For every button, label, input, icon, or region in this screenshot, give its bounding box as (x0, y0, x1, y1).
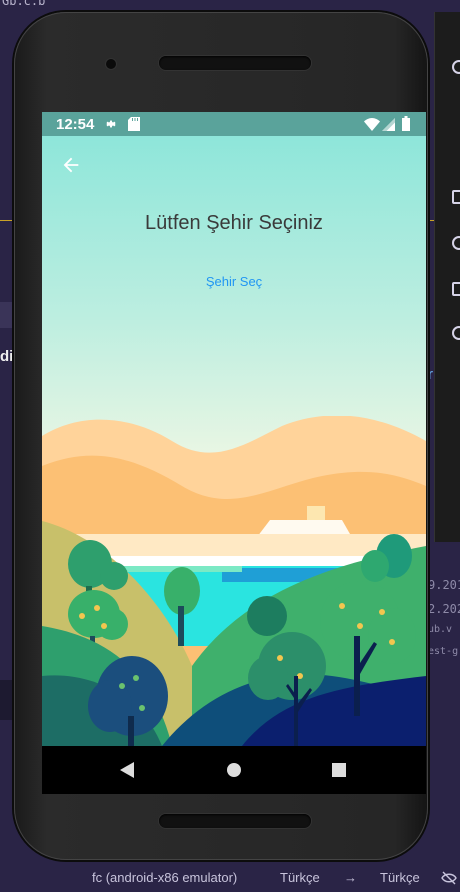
sd-card-icon (128, 117, 140, 131)
side-text-4: est-g (428, 646, 459, 657)
side-text-1: 9.201 (428, 578, 460, 592)
nav-recents-icon[interactable] (327, 758, 351, 782)
side-icon[interactable] (452, 60, 460, 74)
run-target-label[interactable]: fc (android-x86 emulator) (92, 870, 237, 885)
back-arrow-icon[interactable] (60, 154, 82, 176)
side-text-3: ub.v (428, 624, 453, 635)
ide-status-bar: fc (android-x86 emulator) Türkçe → Türkç… (0, 864, 460, 892)
ide-divider (0, 220, 14, 221)
ide-right-char: r (428, 366, 433, 383)
ide-right-panel (434, 12, 460, 542)
side-icon[interactable] (452, 190, 460, 204)
ide-left-panel (0, 302, 14, 328)
device-screen: 12:54 Lütfen Şehir Seçiniz Şehir Seç (42, 112, 426, 794)
status-time: 12:54 (56, 116, 95, 133)
emulator-device-frame: 12:54 Lütfen Şehir Seçiniz Şehir Seç (14, 12, 428, 860)
side-icon[interactable] (452, 236, 460, 250)
ship-chimney (307, 506, 325, 520)
signal-icon (382, 118, 395, 131)
ide-left-text: di (0, 348, 14, 365)
eye-off-icon[interactable] (441, 871, 457, 885)
nav-back-icon[interactable] (116, 758, 140, 782)
side-icon[interactable] (452, 282, 460, 296)
nav-home-icon[interactable] (222, 758, 246, 782)
android-nav-bar (42, 746, 426, 794)
side-icon[interactable] (452, 326, 460, 340)
wifi-icon (364, 118, 380, 131)
language-from[interactable]: Türkçe (280, 870, 320, 885)
ide-left-lower-panel (0, 680, 14, 720)
app-content: Lütfen Şehir Seçiniz Şehir Seç (42, 136, 426, 746)
settings-icon (105, 120, 117, 128)
top-speaker (159, 56, 311, 70)
bottom-speaker (159, 814, 311, 828)
front-camera (106, 59, 116, 69)
language-to[interactable]: Türkçe (380, 870, 420, 885)
landscape-illustration (42, 416, 426, 746)
battery-icon (402, 116, 410, 131)
ide-top-text: Gb.c.b (2, 0, 46, 8)
select-city-button[interactable]: Şehir Seç (184, 268, 284, 296)
side-text-2: 2.202 (428, 602, 460, 616)
page-title: Lütfen Şehir Seçiniz (145, 212, 323, 234)
arrow-icon: → (344, 870, 357, 885)
status-bar: 12:54 (42, 112, 426, 136)
